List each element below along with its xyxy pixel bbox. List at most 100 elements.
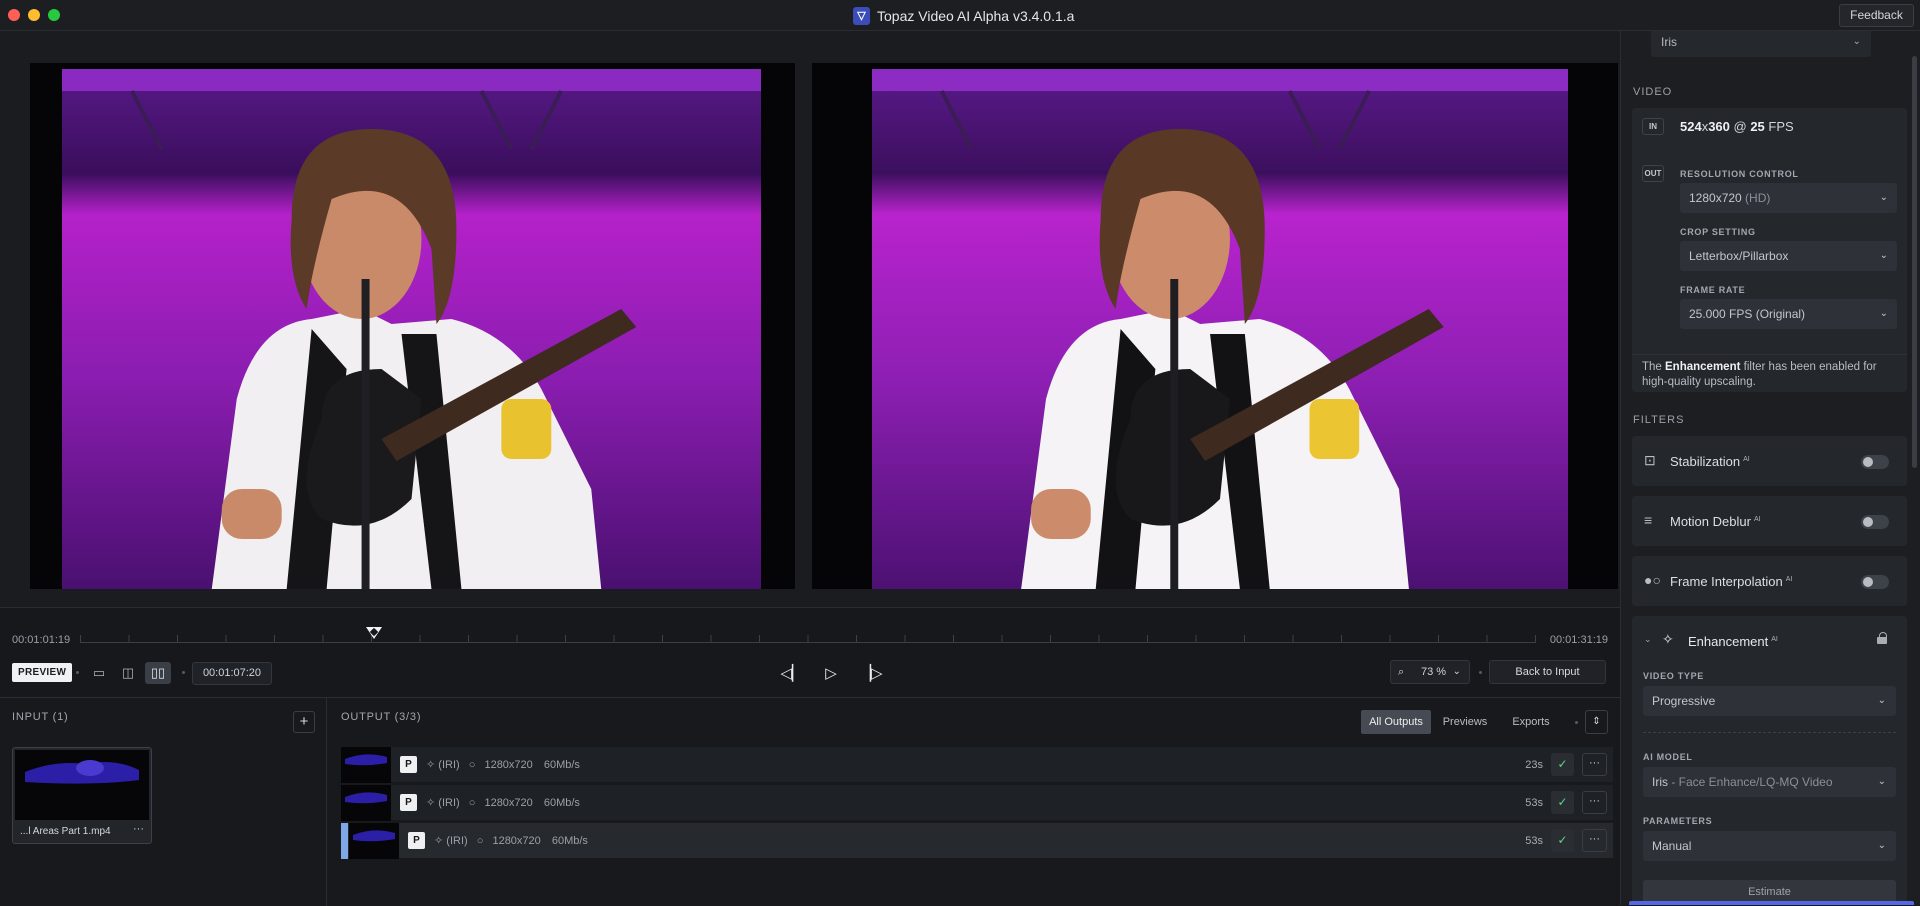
input-width: 524 xyxy=(1680,119,1702,134)
more-options-icon[interactable]: ··· xyxy=(1582,829,1607,852)
output-row[interactable]: P ✧ (IRI) ○ 1280x720 60Mb/s 23s ✓ ··· xyxy=(341,747,1613,783)
stabilization-toggle[interactable] xyxy=(1861,455,1889,469)
input-height: 360 xyxy=(1708,119,1730,134)
clip-thumbnail xyxy=(15,750,149,820)
previous-frame-icon[interactable]: ◁▏ xyxy=(780,662,804,686)
chevron-down-icon: ⌄ xyxy=(1877,776,1886,787)
more-options-icon[interactable]: ··· xyxy=(1582,791,1607,814)
lock-icon[interactable] xyxy=(1877,632,1887,644)
filter-label: Frame Interpolation AI xyxy=(1670,574,1793,589)
chevron-down-icon: ⌄ xyxy=(1877,695,1886,706)
timeline-end-time: 00:01:31:19 xyxy=(1549,634,1608,646)
filter-motion-deblur[interactable]: ≡ Motion Deblur AI xyxy=(1632,496,1907,546)
output-meta: ✧ (IRI) ○ 1280x720 60Mb/s xyxy=(426,785,580,821)
window-title: ▽ Topaz Video AI Alpha v3.4.0.1.a xyxy=(853,7,1074,25)
output-model: (IRI) xyxy=(438,797,460,809)
original-video-frame[interactable] xyxy=(30,63,795,589)
ai-model-sub: - Face Enhance/LQ-MQ Video xyxy=(1668,775,1833,789)
minimize-window-button[interactable] xyxy=(28,9,40,21)
video-type-label: VIDEO TYPE xyxy=(1643,671,1705,681)
clip-more-options-icon[interactable]: ··· xyxy=(133,823,144,835)
timeline-start-time: 00:01:01:19 xyxy=(12,634,71,646)
output-meta: ✧ (IRI) ○ 1280x720 60Mb/s xyxy=(434,823,588,859)
motion-deblur-icon: ≡ xyxy=(1644,512,1653,528)
separator-dot xyxy=(76,671,79,674)
note-prefix: The xyxy=(1642,361,1666,373)
play-icon[interactable]: ▷ xyxy=(819,662,843,686)
frame-rate-select[interactable]: 25.000 FPS (Original) ⌄ xyxy=(1680,299,1897,329)
chevron-down-icon: ⌄ xyxy=(1452,666,1461,677)
output-row-selected[interactable]: P ✧ (IRI) ○ 1280x720 60Mb/s 53s ✓ ··· xyxy=(341,823,1613,859)
top-model-value: Iris xyxy=(1661,35,1677,49)
topaz-logo-icon: ▽ xyxy=(853,7,870,25)
split-view-icon[interactable]: ◫ xyxy=(115,662,141,684)
video-type-value: Progressive xyxy=(1652,694,1716,708)
motion-deblur-toggle[interactable] xyxy=(1861,515,1889,529)
video-type-select[interactable]: Progressive ⌄ xyxy=(1643,686,1896,716)
output-resolution: 1280x720 xyxy=(484,797,533,809)
output-bitrate: 60Mb/s xyxy=(551,835,588,847)
status-circle-icon: ○ xyxy=(476,835,484,847)
output-panel-title: OUTPUT (3/3) xyxy=(341,711,422,723)
check-icon[interactable]: ✓ xyxy=(1551,791,1574,814)
collapse-chevron-icon[interactable]: ⌄ xyxy=(1644,634,1652,645)
crop-select[interactable]: Letterbox/Pillarbox ⌄ xyxy=(1680,241,1897,271)
parameters-select[interactable]: Manual ⌄ xyxy=(1643,831,1896,861)
tab-exports[interactable]: Exports xyxy=(1499,710,1563,734)
add-input-button[interactable]: + xyxy=(293,711,315,733)
output-thumbnail xyxy=(341,785,391,821)
export-bar-accent xyxy=(1629,901,1914,905)
back-to-input-button[interactable]: Back to Input xyxy=(1489,660,1606,684)
output-model: (IRI) xyxy=(446,835,468,847)
filter-frame-interpolation[interactable]: ●○ Frame Interpolation AI xyxy=(1632,556,1907,606)
sidebar-scrollbar[interactable] xyxy=(1912,56,1917,468)
zoom-select[interactable]: ⌕ 73 % ⌄ xyxy=(1390,660,1470,684)
check-icon[interactable]: ✓ xyxy=(1551,753,1574,776)
check-icon[interactable]: ✓ xyxy=(1551,829,1574,852)
frame-interpolation-toggle[interactable] xyxy=(1861,575,1889,589)
next-frame-icon[interactable]: ▕▷ xyxy=(859,662,883,686)
single-view-icon[interactable]: ▭ xyxy=(86,662,112,684)
more-options-icon[interactable]: ··· xyxy=(1582,753,1607,776)
ai-model-select[interactable]: Iris - Face Enhance/LQ-MQ Video ⌄ xyxy=(1643,767,1896,797)
enhanced-video-frame[interactable] xyxy=(812,63,1618,589)
output-bitrate: 60Mb/s xyxy=(543,759,580,771)
output-model: (IRI) xyxy=(438,759,460,771)
preview-type-badge: P xyxy=(400,756,417,773)
ai-model-label: AI MODEL xyxy=(1643,752,1693,762)
selected-row-indicator xyxy=(341,823,348,859)
zoom-icon: ⌕ xyxy=(1398,666,1405,678)
output-panel: OUTPUT (3/3) All Outputs Previews Export… xyxy=(328,698,1620,906)
separator-dot xyxy=(1479,671,1482,674)
sort-icon[interactable]: ⇕ xyxy=(1585,710,1608,734)
output-thumbnail xyxy=(349,823,399,859)
zoom-window-button[interactable] xyxy=(48,9,60,21)
parameters-value: Manual xyxy=(1652,839,1692,853)
frame-rate-label: FRAME RATE xyxy=(1680,285,1746,295)
filter-stabilization[interactable]: ⊡ Stabilization AI xyxy=(1632,436,1907,486)
output-duration: 53s xyxy=(1525,835,1543,847)
output-duration: 23s xyxy=(1525,759,1543,771)
crop-setting-label: CROP SETTING xyxy=(1680,227,1756,237)
output-resolution: 1280x720 xyxy=(492,835,541,847)
original-video-image xyxy=(62,69,761,589)
resolution-sub: (HD) xyxy=(1741,191,1771,205)
preview-type-badge: P xyxy=(400,794,417,811)
close-window-button[interactable] xyxy=(8,9,20,21)
tab-all-outputs[interactable]: All Outputs xyxy=(1361,710,1431,734)
filters-section-title: FILTERS xyxy=(1633,414,1685,426)
resolution-select[interactable]: 1280x720 (HD) ⌄ xyxy=(1680,183,1897,213)
timeline-track[interactable] xyxy=(80,642,1536,643)
feedback-button[interactable]: Feedback xyxy=(1839,4,1914,27)
input-clip-card[interactable]: ...l Areas Part 1.mp4 ··· xyxy=(12,747,152,844)
playhead-handle[interactable] xyxy=(366,627,382,639)
frame-rate-value: 25.000 FPS (Original) xyxy=(1689,307,1806,321)
chevron-down-icon: ⌄ xyxy=(1879,308,1888,319)
top-model-select[interactable]: Iris ⌄ xyxy=(1651,31,1871,57)
status-circle-icon: ○ xyxy=(468,759,476,771)
side-by-side-view-icon[interactable]: ▯▯ xyxy=(145,662,171,684)
current-timecode[interactable]: 00:01:07:20 xyxy=(192,662,272,685)
output-row[interactable]: P ✧ (IRI) ○ 1280x720 60Mb/s 53s ✓ ··· xyxy=(341,785,1613,821)
title-bar: ▽ Topaz Video AI Alpha v3.4.0.1.a Feedba… xyxy=(0,0,1920,31)
tab-previews[interactable]: Previews xyxy=(1433,710,1497,734)
